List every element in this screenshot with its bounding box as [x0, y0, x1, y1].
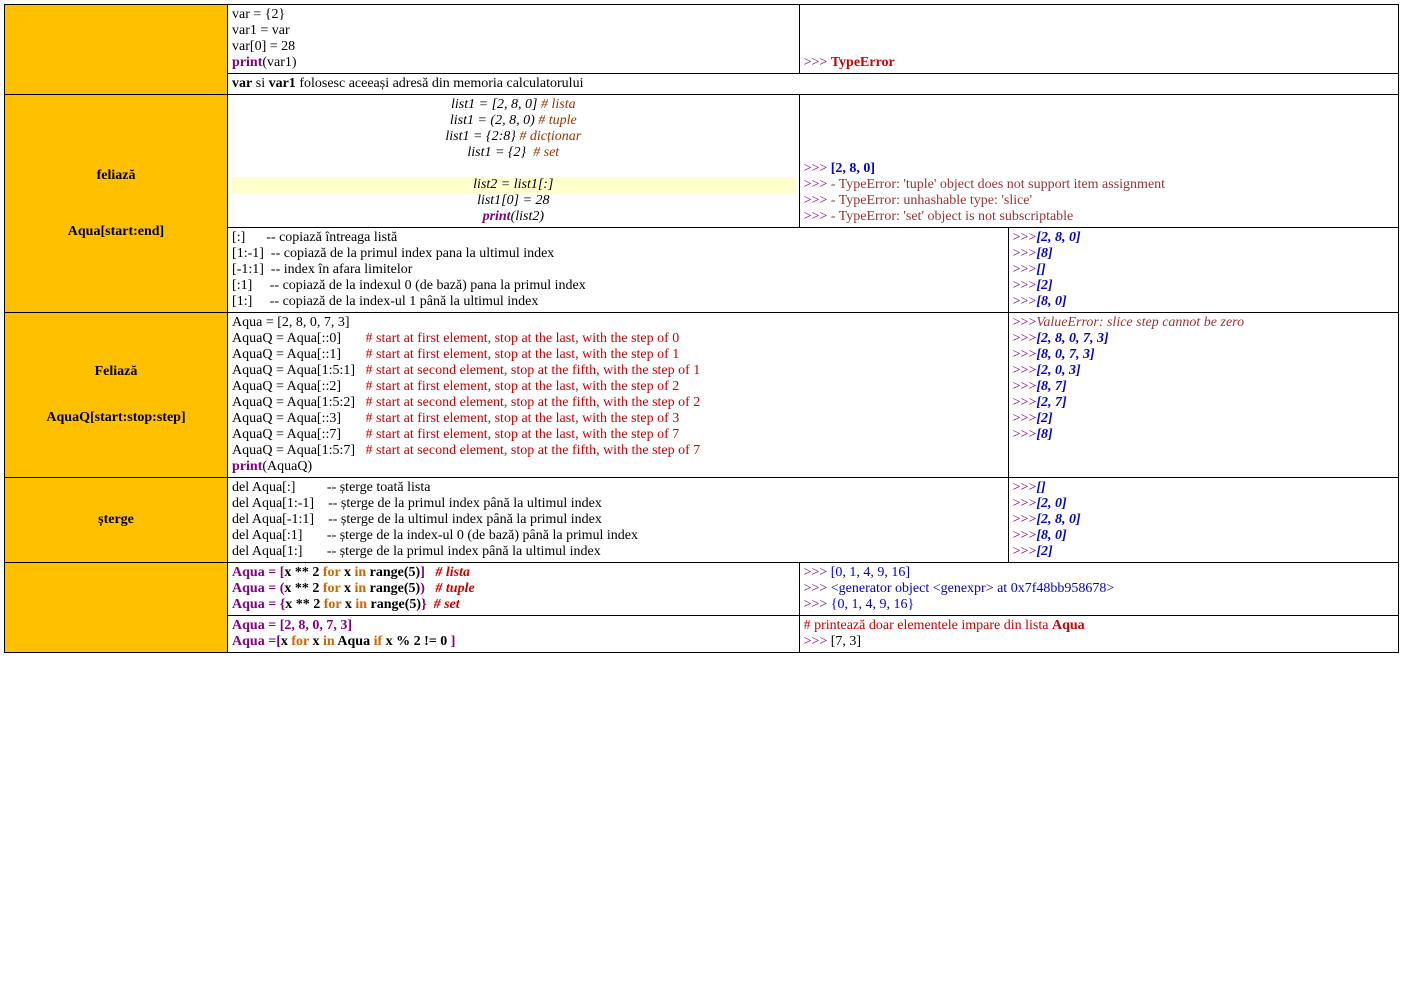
row4-header: șterge	[5, 478, 228, 563]
row4-output: >>>[]>>>[2, 0]>>>[2, 8, 0]>>>[8, 0]>>>[2…	[1008, 478, 1398, 563]
row4-code: del Aqua[:] -- șterge toată listadel Aqu…	[228, 478, 1009, 563]
python-reference-table: var = {2}var1 = varvar[0] = 28print(var1…	[4, 4, 1399, 653]
row5-code2: Aqua = [2, 8, 0, 7, 3]Aqua =[x for x in …	[228, 616, 800, 653]
row3-hdr1: Feliază	[9, 364, 223, 380]
row5-code: Aqua = [x ** 2 for x in range(5)] # list…	[228, 563, 800, 616]
row1-code: var = {2}var1 = varvar[0] = 28print(var1…	[228, 5, 800, 74]
row3-header: Feliază AquaQ[start:stop:step]	[5, 313, 228, 478]
row1-note: var si var1 folosesc aceeași adresă din …	[228, 74, 1399, 95]
row2-slice-output: >>>[2, 8, 0]>>>[8]>>>[]>>>[2]>>>[8, 0]	[1008, 228, 1398, 313]
row2-output: >>> [2, 8, 0]>>> - TypeError: 'tuple' ob…	[799, 95, 1398, 228]
row5-output: >>> [0, 1, 4, 9, 16]>>> <generator objec…	[799, 563, 1398, 616]
row3-output: >>>ValueError: slice step cannot be zero…	[1008, 313, 1398, 478]
row3-hdr2: AquaQ[start:stop:step]	[9, 410, 223, 426]
row2-slice-code: [:] -- copiază întreaga listă[1:-1] -- c…	[228, 228, 1009, 313]
row3-code: Aqua = [2, 8, 0, 7, 3]AquaQ = Aqua[::0] …	[228, 313, 1009, 478]
row5-header	[5, 563, 228, 653]
row1-output: >>> TypeError	[799, 5, 1398, 74]
row2-hdr1: feliază	[9, 168, 223, 184]
row2-header: feliază Aqua[start:end]	[5, 95, 228, 313]
row2-code: list1 = [2, 8, 0] # listalist1 = (2, 8, …	[228, 95, 800, 228]
row5-output2: # printează doar elementele impare din l…	[799, 616, 1398, 653]
row2-hdr2: Aqua[start:end]	[9, 224, 223, 240]
row1-header	[5, 5, 228, 95]
